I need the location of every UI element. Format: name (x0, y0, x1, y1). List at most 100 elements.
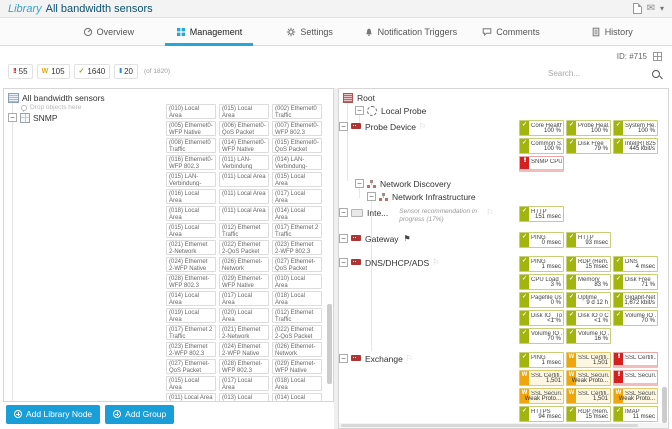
sensor-box[interactable]: ✓ RDP (Rem... 15 msec (566, 406, 611, 422)
library-sensor-box[interactable]: (006) Ethernet0-QoS Packet (219, 121, 269, 136)
sensor-box[interactable]: ✓Disk IO _To...<1 % (519, 310, 564, 326)
tree-label[interactable]: Gateway (365, 234, 399, 244)
sensor-box[interactable]: ✓ PING 1 msec (519, 256, 564, 272)
library-sensor-box[interactable]: (014) Local Area (272, 393, 322, 401)
library-sensor-box[interactable]: (011) Local Area (219, 189, 269, 204)
library-sensor-box[interactable]: (024) Ethernet 2-WFP Native (166, 257, 216, 272)
tab-history[interactable]: History (561, 18, 662, 45)
collapse-toggle[interactable] (339, 354, 348, 363)
library-sensor-box[interactable]: (014) LAN-Verbindung-QoS (272, 155, 322, 170)
tree-label[interactable]: Local Probe (381, 106, 426, 116)
sensor-box[interactable]: W SSL Certifi... 1,501 (519, 370, 564, 386)
sensor-box[interactable]: !! SSL Certifi... (613, 352, 658, 368)
sensor-box[interactable]: ✓ Disk Free 79 % (566, 138, 611, 154)
library-sensor-box[interactable]: (012) Ethernet Traffic (219, 223, 269, 238)
status-chip-ok[interactable]: ✓ 1640 (73, 64, 111, 79)
library-sensor-box[interactable]: (027) Ethernet-QoS Packet (272, 257, 322, 272)
sensor-box[interactable]: !!SNMP CPU... (519, 156, 564, 172)
library-sensor-box[interactable]: (011) LAN-Verbindung (219, 155, 269, 170)
library-sensor-box[interactable]: (011) Local Area (219, 172, 269, 187)
add-library-node-button[interactable]: Add Library Node (6, 405, 101, 424)
status-chip-error[interactable]: !! 55 (8, 64, 33, 79)
library-sensor-box[interactable]: (026) Ethernet-Network (272, 342, 322, 357)
library-sensor-box[interactable]: (011) Local Area (166, 393, 216, 401)
hscroll-thumb[interactable] (341, 424, 638, 427)
sensor-box[interactable]: ✓ HTTP 151 msec (519, 206, 564, 222)
sensor-box[interactable]: ✓ PING 0 msec (519, 232, 564, 248)
library-sensor-box[interactable]: (021) Ethernet 2-Network (219, 325, 269, 340)
sensor-box[interactable]: ✓Pagefile Us...0 % (519, 292, 564, 308)
qr-grid-icon[interactable] (653, 52, 662, 61)
sensor-box[interactable]: ✓ Core Health 100 % (519, 120, 564, 136)
sensor-box[interactable]: ✓ System He... 100 % (613, 120, 658, 136)
sensor-box[interactable]: ✓Volume IO ...70 % (613, 310, 658, 326)
library-sensor-box[interactable]: (023) Ethernet 2-WFP 802.3 (272, 240, 322, 255)
library-sensor-box[interactable]: (020) Local Area (219, 308, 269, 323)
library-sensor-box[interactable]: (018) Local Area (272, 376, 322, 391)
email-icon[interactable]: ✉ (647, 3, 655, 14)
library-sensor-box[interactable]: (026) Ethernet-Network (219, 257, 269, 272)
sensor-box[interactable]: ✓ PING 1 msec (519, 352, 564, 368)
collapse-toggle[interactable] (367, 192, 376, 201)
tree-label[interactable]: Inte... (367, 208, 388, 218)
priority-flag-icon[interactable]: ⚐ (419, 122, 426, 131)
library-sensor-box[interactable]: (022) Ethernet 2-QoS Packet (272, 325, 322, 340)
library-sensor-box[interactable]: (015) Local Area (219, 104, 269, 119)
library-sensor-box[interactable]: (014) Local Area (272, 206, 322, 221)
sensor-box[interactable]: ✓Common S...100 % (519, 138, 564, 154)
tab-notification-triggers[interactable]: Notification Triggers (360, 18, 461, 45)
library-sensor-box[interactable]: (028) Ethernet-WFP 802.3 (166, 274, 216, 289)
sensor-box[interactable]: ✓ Disk IO 0 C: <1 % (566, 310, 611, 326)
sensor-box[interactable]: ✓ Memory 83 % (566, 274, 611, 290)
library-sensor-box[interactable]: (015) LAN-Verbindung- (166, 172, 216, 187)
sensor-box[interactable]: ✓ CPU Load 3 % (519, 274, 564, 290)
library-sensor-box[interactable]: (015) Ethernet0-QoS Packet (272, 138, 322, 153)
library-sensor-box[interactable]: (029) Ethernet-WFP Native (219, 274, 269, 289)
status-chip-paused[interactable]: II 20 (114, 64, 139, 79)
library-sensor-box[interactable]: (028) Ethernet-WFP 802.3 (219, 359, 269, 374)
sensor-box[interactable]: ✓Volume IO ...16 % (566, 328, 611, 344)
library-sensor-box[interactable]: (023) Ethernet 2-WFP 802.3 (166, 342, 216, 357)
library-sensor-box[interactable]: (008) Ethernet0 Traffic (166, 138, 216, 153)
library-sensor-box[interactable]: (014) Local Area (166, 291, 216, 306)
tree-label[interactable]: Network Infrastructure (392, 192, 476, 202)
collapse-toggle[interactable] (339, 208, 348, 217)
left-panel-scrollbar[interactable] (327, 304, 332, 384)
collapse-toggle[interactable] (339, 234, 348, 243)
library-sensor-box[interactable]: (019) Local Area (166, 308, 216, 323)
collapse-toggle[interactable] (355, 106, 364, 115)
library-root-row[interactable]: All bandwidth sensors (8, 92, 333, 103)
library-sensor-box[interactable]: (029) Ethernet-WFP Native (272, 359, 322, 374)
right-panel-scrollbar[interactable] (662, 387, 667, 423)
sensor-box[interactable]: WSSL Securi...Weak Proto... (613, 388, 658, 404)
library-sensor-box[interactable]: (017) Local Area (272, 189, 322, 204)
library-sensor-box[interactable]: (018) Local Area (272, 291, 322, 306)
library-sensor-box[interactable]: (007) Ethernet0-WFP 802.3 (272, 121, 322, 136)
priority-flag-icon[interactable]: ⚐ (432, 258, 439, 267)
tree-label[interactable]: Root (357, 93, 375, 103)
sensor-box[interactable]: !!SSL Securi... (613, 370, 658, 386)
library-sensor-box[interactable]: (017) Local Area (219, 376, 269, 391)
tab-management[interactable]: Management (159, 18, 260, 46)
new-window-icon[interactable] (632, 3, 642, 14)
tree-label[interactable]: Network Discovery (380, 179, 451, 189)
sensor-box[interactable]: ✓Gigabit-Net...1,672 kbit/s (613, 292, 658, 308)
library-sensor-box[interactable]: (005) Ethernet0-WFP Native (166, 121, 216, 136)
sensor-box[interactable]: ✓ IMAP 11 msec (613, 406, 658, 422)
library-sensor-box[interactable]: (024) Ethernet 2-WFP Native (219, 342, 269, 357)
library-sensor-box[interactable]: (002) Ethernet0 Traffic (272, 104, 322, 119)
sensor-box[interactable]: ✓ DNS 4 msec (613, 256, 658, 272)
library-sensor-box[interactable]: (018) Local Area (166, 206, 216, 221)
add-group-button[interactable]: Add Group (105, 405, 175, 424)
library-sensor-box[interactable]: (015) Local Area (166, 376, 216, 391)
library-sensor-box[interactable]: (011) Local Area (219, 206, 269, 221)
sensor-box[interactable]: ✓Volume IO ...70 % (519, 328, 564, 344)
tree-label[interactable]: Probe Device (365, 122, 416, 132)
library-sensor-box[interactable]: (012) Ethernet Traffic (272, 308, 322, 323)
library-sensor-box[interactable]: (016) Local Area (166, 189, 216, 204)
search-input[interactable] (546, 68, 645, 79)
collapse-toggle[interactable] (339, 122, 348, 131)
tree-label[interactable]: Exchange (365, 354, 403, 364)
sensor-box[interactable]: ✓ Uptime 9 d 12 h (566, 292, 611, 308)
library-sensor-box[interactable]: (015) Local Area (272, 172, 322, 187)
